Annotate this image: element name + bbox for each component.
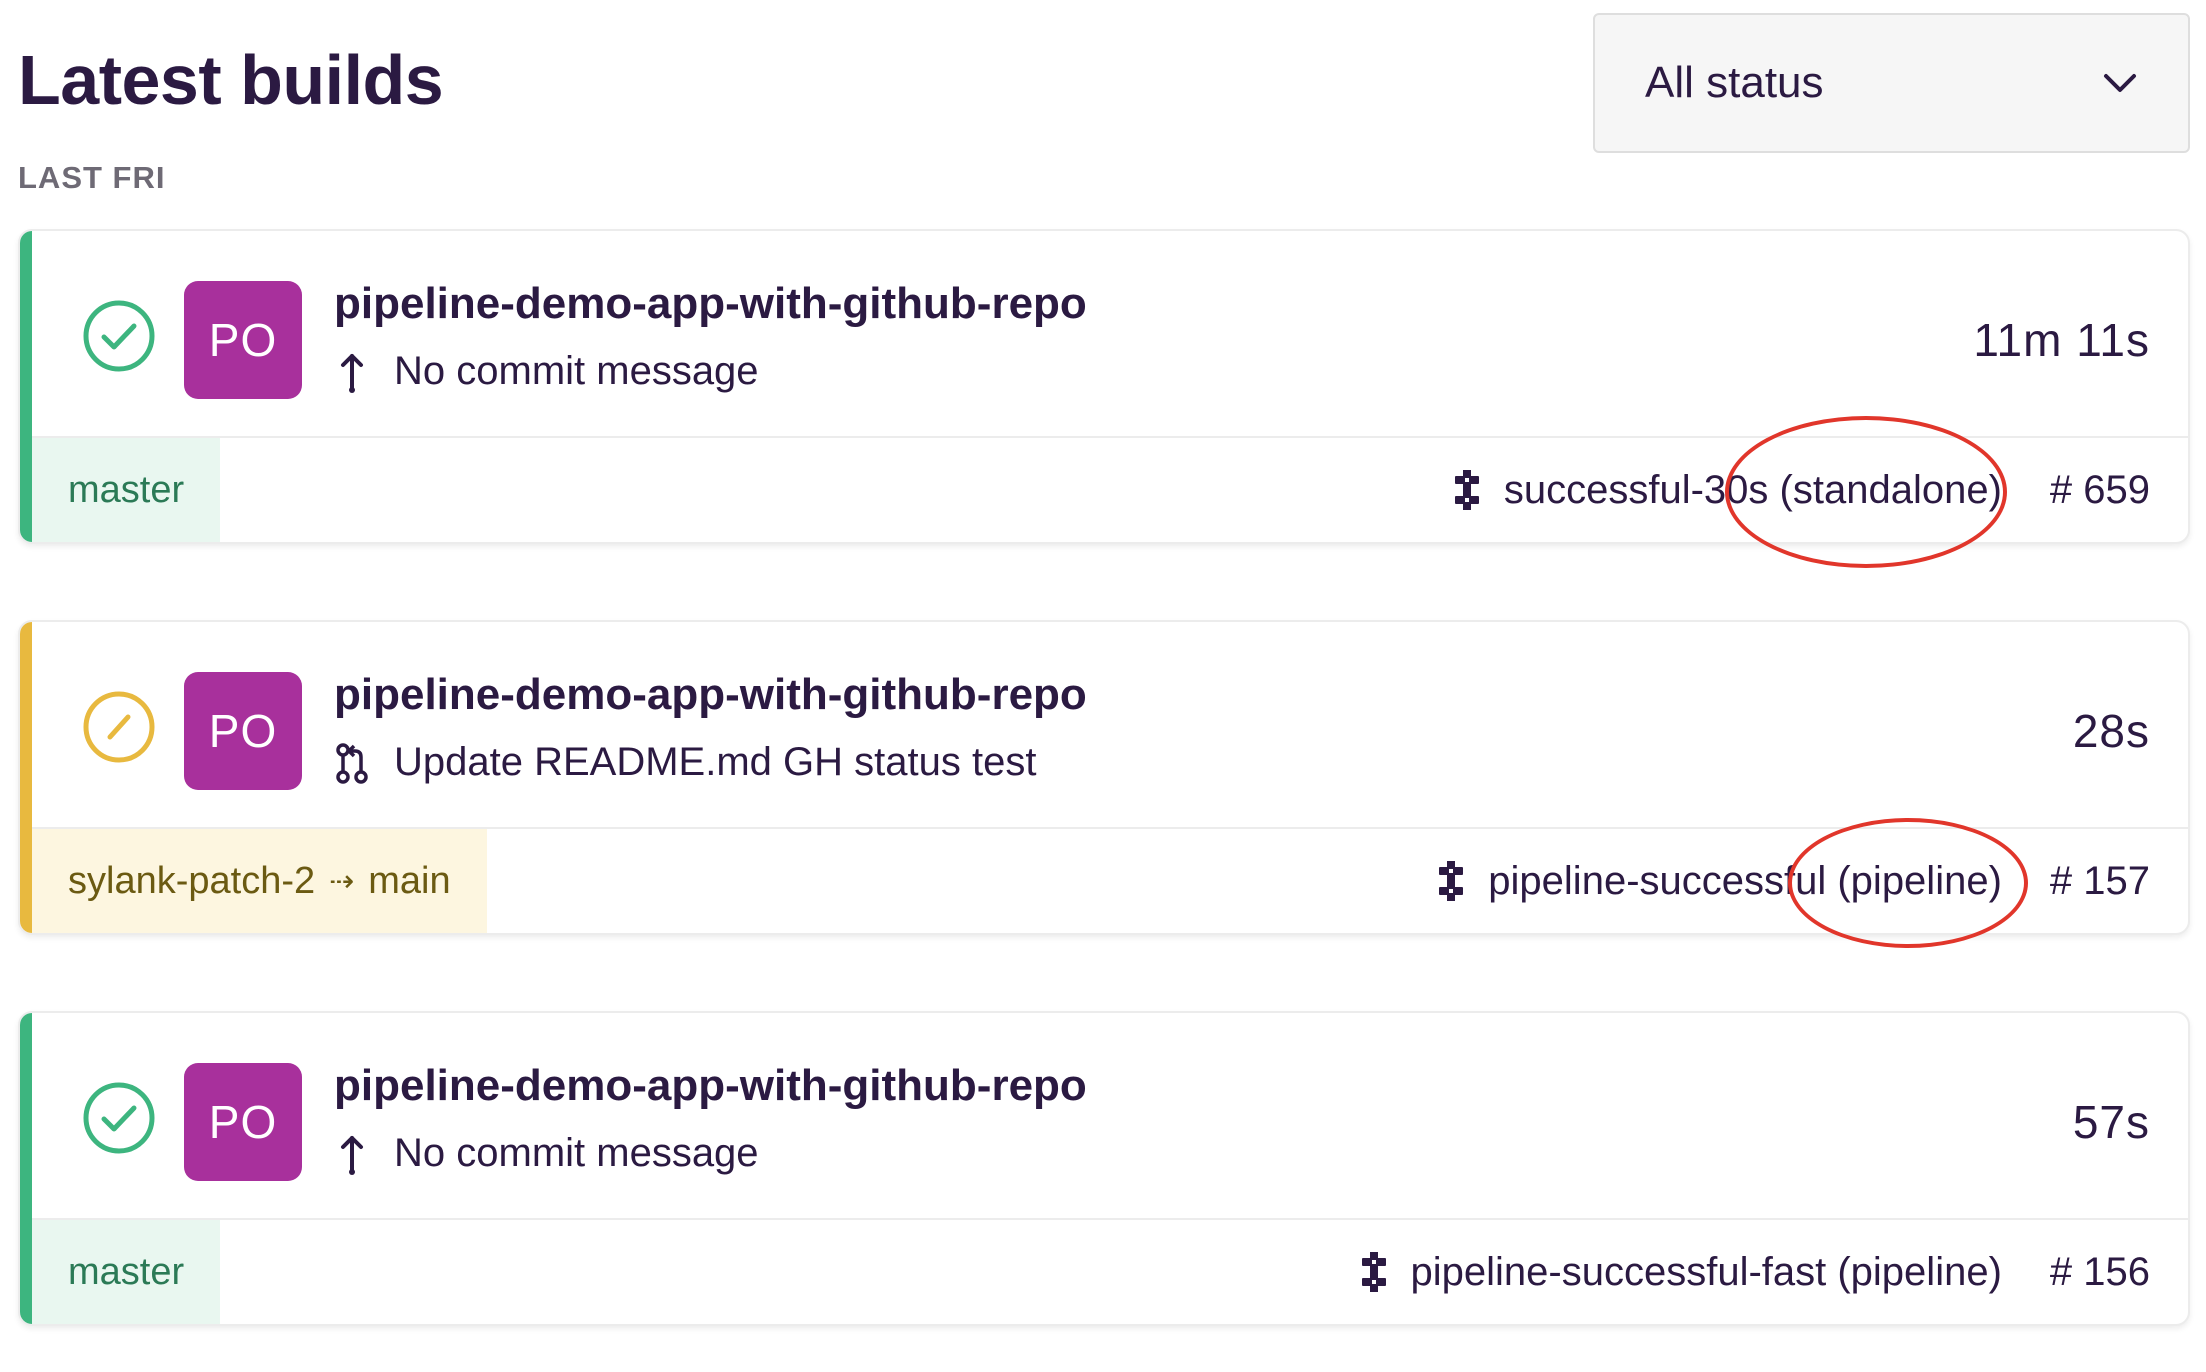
build-duration: 57s: [2072, 1096, 2150, 1148]
status-filter-dropdown[interactable]: All status: [1593, 13, 2190, 153]
push-arrow-icon: [341, 1135, 363, 1175]
project-avatar: PO: [184, 672, 302, 790]
pipeline-icon: [1454, 470, 1479, 510]
pull-request-icon: [336, 742, 368, 784]
branch-badge[interactable]: master: [32, 1220, 221, 1324]
date-group-label: LAST FRI: [18, 160, 166, 195]
success-check-icon: [83, 300, 155, 372]
pipeline-name[interactable]: pipeline-successful-fast (pipeline): [1411, 1250, 2002, 1295]
status-stripe: [20, 622, 32, 933]
pipeline-name[interactable]: successful-30s (standalone): [1504, 468, 2002, 513]
target-branch-name: main: [368, 859, 451, 902]
branch-badge[interactable]: master: [32, 438, 221, 542]
project-avatar: PO: [184, 1063, 302, 1181]
project-name[interactable]: pipeline-demo-app-with-github-repo: [334, 670, 1087, 720]
in-progress-icon: [83, 691, 155, 763]
merge-arrow-icon: ⇢: [329, 864, 355, 898]
build-number[interactable]: # 157: [2050, 859, 2150, 904]
branch-name: master: [68, 1250, 185, 1293]
commit-info: No commit message: [334, 349, 759, 394]
commit-message: Update README.md GH status test: [394, 740, 1037, 784]
build-number[interactable]: # 156: [2050, 1250, 2150, 1295]
chevron-down-icon: [2104, 74, 2136, 92]
commit-info: Update README.md GH status test: [334, 740, 1036, 785]
build-card[interactable]: PO pipeline-demo-app-with-github-repo Up…: [18, 620, 2190, 935]
status-filter-value: All status: [1645, 58, 1824, 107]
success-check-icon: [83, 1082, 155, 1154]
branch-name: master: [68, 468, 185, 511]
commit-message: No commit message: [394, 349, 759, 393]
builds-page: Latest builds LAST FRI All status PO pip…: [0, 0, 2206, 1372]
pipeline-icon: [1439, 861, 1464, 901]
branch-badge[interactable]: sylank-patch-2 ⇢ main: [32, 829, 487, 933]
build-card[interactable]: PO pipeline-demo-app-with-github-repo No…: [18, 229, 2190, 544]
commit-message: No commit message: [394, 1131, 759, 1175]
page-title: Latest builds: [18, 41, 444, 119]
status-stripe: [20, 231, 32, 542]
project-name[interactable]: pipeline-demo-app-with-github-repo: [334, 1061, 1087, 1111]
push-arrow-icon: [341, 353, 363, 393]
build-number[interactable]: # 659: [2050, 468, 2150, 513]
project-name[interactable]: pipeline-demo-app-with-github-repo: [334, 279, 1087, 329]
build-card[interactable]: PO pipeline-demo-app-with-github-repo No…: [18, 1011, 2190, 1326]
branch-name: sylank-patch-2: [68, 859, 316, 902]
pipeline-info: successful-30s (standalone) # 659: [1452, 438, 2150, 542]
pipeline-info: pipeline-successful-fast (pipeline) # 15…: [1359, 1220, 2150, 1324]
pipeline-name[interactable]: pipeline-successful (pipeline): [1488, 859, 2002, 904]
pipeline-icon: [1361, 1252, 1386, 1292]
build-duration: 28s: [2072, 705, 2150, 757]
status-stripe: [20, 1013, 32, 1324]
commit-info: No commit message: [334, 1131, 759, 1176]
project-avatar: PO: [184, 281, 302, 399]
pipeline-info: pipeline-successful (pipeline) # 157: [1436, 829, 2150, 933]
build-duration: 11m 11s: [1973, 314, 2150, 366]
